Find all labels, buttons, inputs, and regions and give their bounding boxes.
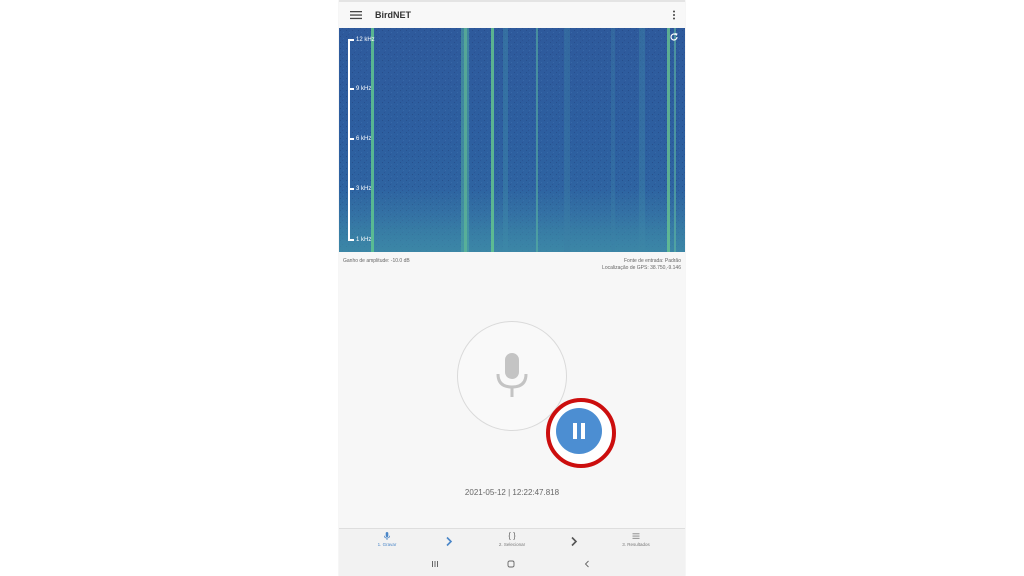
back-button[interactable]: [582, 559, 592, 569]
input-source-text: Fonte de entrada: Padrão: [624, 258, 681, 264]
tick-6khz: 6 kHz: [348, 136, 371, 142]
chevron-right-icon: [571, 536, 578, 547]
menu-icon: [350, 11, 362, 20]
more-options-button[interactable]: [663, 2, 685, 28]
recents-icon: [432, 561, 438, 567]
gps-location-text: Localização de GPS: 38.750,-9.146: [602, 265, 681, 271]
tick-1khz: 1 kHz: [348, 237, 371, 243]
pause-button[interactable]: [556, 408, 602, 454]
microphone-icon: [383, 532, 391, 540]
home-icon: [507, 560, 515, 568]
home-button[interactable]: [506, 559, 516, 569]
system-navigation: [339, 552, 685, 576]
nav-step-results[interactable]: 3. Resultados: [606, 532, 666, 547]
app-title: BirdNET: [375, 10, 411, 20]
pause-icon: [573, 423, 585, 439]
tick-9khz: 9 kHz: [348, 86, 371, 92]
input-info: Fonte de entrada: Padrão Localização de …: [602, 258, 681, 272]
nav-step-record[interactable]: 1. Gravar: [357, 532, 417, 547]
amplitude-gain-text: Ganho de amplitude: -10.0 dB: [343, 258, 410, 264]
list-icon: [632, 533, 640, 539]
more-vert-icon: [673, 10, 675, 20]
bottom-navigation: 1. Gravar 2. Selecionar 3. Resultados: [339, 528, 685, 553]
app-bar: BirdNET: [339, 2, 685, 28]
menu-button[interactable]: [341, 2, 371, 28]
spectrogram[interactable]: 12 kHz 9 kHz 6 kHz 3 kHz 1 kHz: [339, 28, 685, 252]
chevron-right-icon: [446, 536, 453, 547]
recording-timestamp: 2021-05-12 | 12:22:47.818: [464, 488, 560, 497]
refresh-icon[interactable]: [669, 32, 679, 42]
microphone-icon: [496, 353, 528, 397]
back-icon: [584, 560, 589, 568]
spectrogram-image: [339, 28, 685, 252]
braces-icon: [508, 532, 516, 540]
recents-button[interactable]: [430, 559, 440, 569]
tick-3khz: 3 kHz: [348, 186, 371, 192]
phone-screen: BirdNET 12 kHz 9 kHz 6 kHz 3 kHz 1 kHz G…: [339, 0, 685, 576]
nav-step-select[interactable]: 2. Selecionar: [482, 532, 542, 547]
tick-12khz: 12 kHz: [348, 37, 375, 43]
